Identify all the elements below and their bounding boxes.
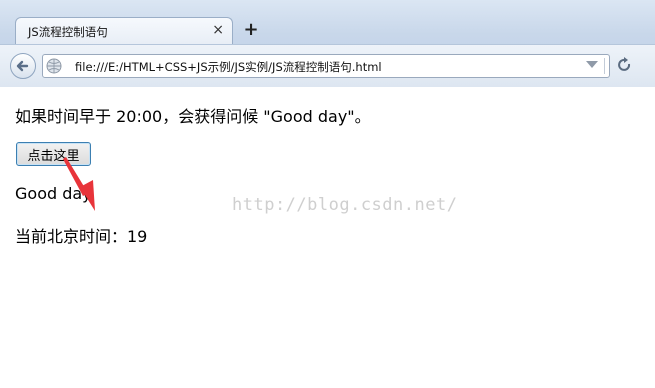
click-here-button[interactable]: 点击这里 — [16, 142, 91, 166]
intro-text: 如果时间早于 20:00，会获得问候 "Good day"。 — [15, 107, 371, 126]
watermark: http://blog.csdn.net/ — [232, 195, 458, 215]
current-time-text: 当前北京时间：19 — [15, 227, 148, 246]
greeting-output: Good day — [15, 184, 92, 203]
reload-icon[interactable] — [615, 56, 633, 74]
url-text[interactable]: file:///E:/HTML+CSS+JS示例/JS实例/JS流程控制语句.h… — [75, 59, 382, 75]
browser-chrome: JS流程控制语句 × + file:///E:/HTML+CSS+JS示例/JS… — [0, 0, 655, 87]
tab-active[interactable]: JS流程控制语句 × — [15, 17, 233, 44]
globe-icon — [46, 58, 62, 74]
back-arrow-icon — [16, 60, 29, 72]
tab-title: JS流程控制语句 — [28, 25, 108, 39]
navigation-bar: file:///E:/HTML+CSS+JS示例/JS实例/JS流程控制语句.h… — [0, 44, 655, 87]
tab-strip: JS流程控制语句 × + — [0, 0, 655, 44]
tab-close-icon[interactable]: × — [212, 22, 224, 38]
divider — [604, 58, 605, 74]
back-button[interactable] — [10, 53, 36, 79]
new-tab-icon[interactable]: + — [242, 19, 260, 40]
url-dropdown-icon[interactable] — [586, 61, 598, 68]
address-bar[interactable]: file:///E:/HTML+CSS+JS示例/JS实例/JS流程控制语句.h… — [42, 54, 610, 78]
page-content: 如果时间早于 20:00，会获得问候 "Good day"。 点击这里 Good… — [0, 87, 655, 388]
